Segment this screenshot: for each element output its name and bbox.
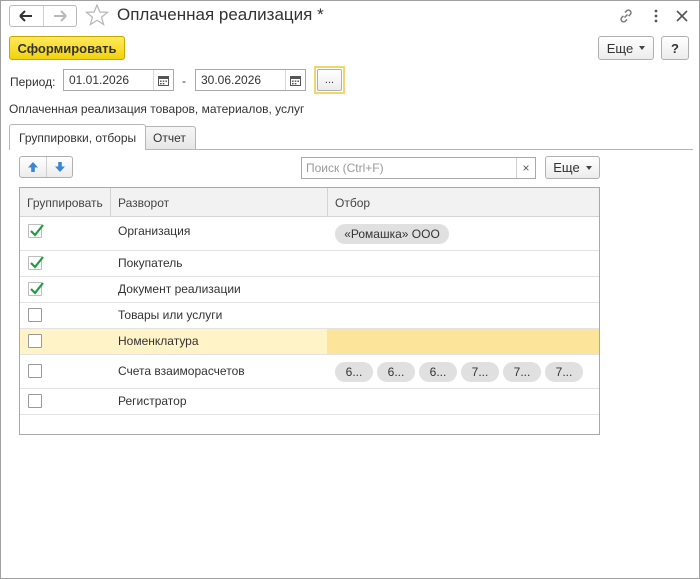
- period-end-field[interactable]: 30.06.2026: [195, 69, 306, 91]
- move-down-button[interactable]: [46, 157, 72, 177]
- table-row[interactable]: Организация «Ромашка» ООО: [20, 218, 599, 251]
- window-title: Оплаченная реализация *: [117, 5, 324, 24]
- checkmark-icon: [30, 282, 44, 295]
- filter-cell[interactable]: 6... 6... 6... 7... 7... 7...: [327, 355, 599, 388]
- report-description: Оплаченная реализация товаров, материало…: [9, 102, 305, 116]
- tab-report[interactable]: Отчет: [143, 126, 196, 149]
- choose-period-label: ...: [317, 69, 342, 91]
- more-vertical-icon[interactable]: [647, 7, 665, 25]
- group-checkbox[interactable]: [28, 394, 42, 408]
- expand-cell: Организация: [110, 218, 327, 250]
- link-icon[interactable]: [617, 7, 635, 25]
- navigation-buttons: [9, 5, 77, 27]
- expand-cell: Номенклатура: [110, 329, 327, 354]
- checkmark-icon: [30, 224, 44, 237]
- table-row[interactable]: Документ реализации: [20, 277, 599, 303]
- grouping-name: Документ реализации: [118, 282, 241, 296]
- filter-chip[interactable]: 6...: [335, 362, 373, 382]
- period-separator: -: [182, 74, 186, 88]
- expand-cell: Регистратор: [110, 389, 327, 414]
- calendar-icon[interactable]: [285, 70, 305, 90]
- back-button[interactable]: [10, 6, 43, 26]
- filter-chip[interactable]: «Ромашка» ООО: [335, 224, 449, 244]
- group-cell: [20, 218, 110, 250]
- period-start-field[interactable]: 01.01.2026: [63, 69, 174, 91]
- groupings-table: Группировать Разворот Отбор Организация «…: [19, 187, 600, 435]
- filter-cell[interactable]: [327, 329, 599, 354]
- choose-period-button[interactable]: ...: [314, 66, 345, 94]
- group-checkbox[interactable]: [28, 224, 44, 238]
- search-input[interactable]: [302, 158, 516, 178]
- arrow-right-icon: [53, 10, 67, 22]
- group-cell: [20, 355, 110, 388]
- move-up-button[interactable]: [20, 157, 46, 177]
- column-header-filter[interactable]: Отбор: [327, 188, 599, 217]
- group-cell: [20, 277, 110, 302]
- calendar-icon[interactable]: [153, 70, 173, 90]
- period-start-value: 01.01.2026: [69, 73, 130, 87]
- checkmark-icon: [30, 256, 44, 269]
- more-button[interactable]: Еще: [598, 36, 654, 60]
- expand-cell: Счета взаиморасчетов: [110, 355, 327, 388]
- grouping-name: Счета взаиморасчетов: [118, 364, 245, 378]
- expand-cell: Товары или услуги: [110, 303, 327, 328]
- table-row[interactable]: Номенклатура: [20, 329, 599, 355]
- column-header-group[interactable]: Группировать: [20, 188, 110, 217]
- filter-cell[interactable]: [327, 389, 599, 414]
- filter-chip[interactable]: 7...: [545, 362, 583, 382]
- help-button[interactable]: ?: [661, 36, 689, 60]
- generate-report-button[interactable]: Сформировать: [9, 36, 125, 60]
- title-bar: Оплаченная реализация *: [1, 1, 699, 31]
- period-end-value: 30.06.2026: [201, 73, 262, 87]
- table-header: Группировать Разворот Отбор: [20, 188, 599, 217]
- period-label: Период:: [10, 75, 56, 89]
- grouping-name: Покупатель: [118, 256, 183, 270]
- group-cell: [20, 251, 110, 276]
- filter-cell[interactable]: «Ромашка» ООО: [327, 218, 599, 250]
- grouping-name: Товары или услуги: [118, 308, 223, 322]
- table-row[interactable]: Товары или услуги: [20, 303, 599, 329]
- filter-chip[interactable]: 6...: [377, 362, 415, 382]
- filter-cell[interactable]: [327, 277, 599, 302]
- arrow-down-icon: [54, 162, 65, 172]
- table-row[interactable]: Счета взаиморасчетов 6... 6... 6... 7... 7...…: [20, 355, 599, 389]
- grouping-name: Номенклатура: [118, 334, 199, 348]
- group-checkbox[interactable]: [28, 334, 42, 348]
- expand-cell: Покупатель: [110, 251, 327, 276]
- group-checkbox[interactable]: [28, 308, 42, 322]
- groupings-more-button[interactable]: Еще: [545, 156, 600, 179]
- close-icon[interactable]: [673, 7, 691, 25]
- tab-groupings-filters[interactable]: Группировки, отборы: [9, 124, 147, 150]
- groupings-more-label: Еще: [553, 160, 580, 175]
- group-checkbox[interactable]: [28, 282, 44, 296]
- filter-chip[interactable]: 7...: [503, 362, 541, 382]
- group-cell: [20, 329, 110, 354]
- search-field[interactable]: ×: [301, 157, 536, 179]
- group-cell: [20, 303, 110, 328]
- group-checkbox[interactable]: [28, 256, 44, 270]
- more-button-label: Еще: [606, 40, 634, 56]
- arrow-up-icon: [28, 162, 38, 172]
- filter-cell[interactable]: [327, 251, 599, 276]
- group-cell: [20, 389, 110, 414]
- arrow-left-icon: [19, 10, 33, 22]
- chevron-down-icon: [639, 46, 646, 50]
- filter-chip[interactable]: 7...: [461, 362, 499, 382]
- expand-cell: Документ реализации: [110, 277, 327, 302]
- grouping-name: Регистратор: [118, 394, 187, 408]
- report-window: Оплаченная реализация * Сформировать Еще…: [0, 0, 700, 579]
- filter-cell[interactable]: [327, 303, 599, 328]
- move-buttons: [19, 156, 73, 178]
- grouping-name: Организация: [118, 224, 191, 238]
- chevron-down-icon: [585, 165, 592, 170]
- group-checkbox[interactable]: [28, 364, 42, 378]
- table-row[interactable]: Регистратор: [20, 389, 599, 415]
- clear-search-button[interactable]: ×: [516, 158, 535, 178]
- column-header-expand[interactable]: Разворот: [110, 188, 327, 217]
- filter-chip[interactable]: 6...: [419, 362, 457, 382]
- table-row[interactable]: Покупатель: [20, 251, 599, 277]
- forward-button[interactable]: [42, 6, 76, 26]
- favorite-star-icon[interactable]: [84, 3, 110, 29]
